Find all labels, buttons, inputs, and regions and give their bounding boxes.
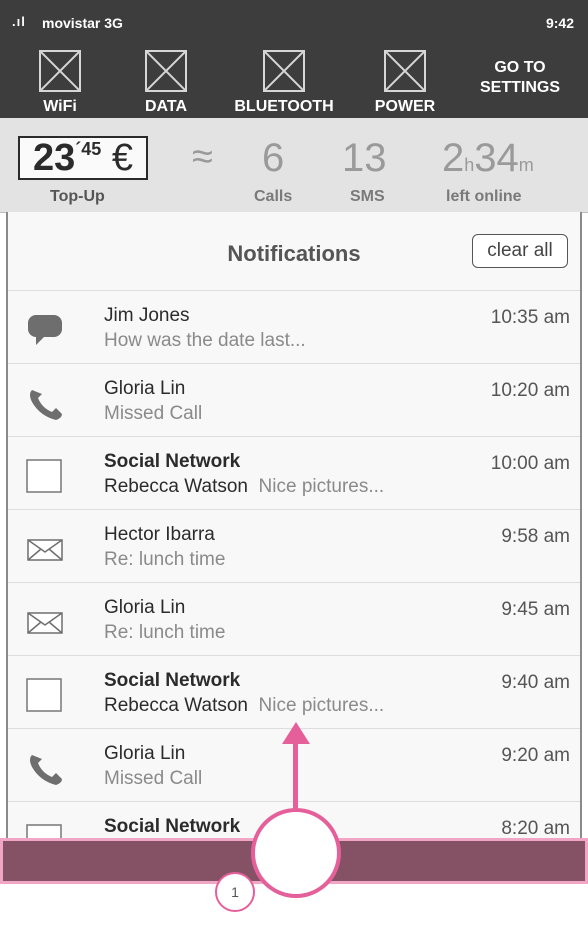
notification-subtitle: Re: lunch time bbox=[104, 622, 226, 643]
notification-subtitle: Missed Call bbox=[104, 768, 203, 789]
notification-time: 8:20 am bbox=[501, 818, 570, 839]
notification-time: 9:20 am bbox=[501, 745, 570, 766]
data-label: DATA bbox=[144, 98, 188, 115]
notification-title: Social Network bbox=[104, 451, 241, 472]
wifi-toggle[interactable]: WiFi bbox=[38, 50, 82, 116]
quick-toggles: WiFi DATA BLUETOOTH POWER GO TO SETTINGS bbox=[0, 44, 588, 118]
power-toggle[interactable]: POWER bbox=[370, 50, 440, 116]
signal-icon: .ıl bbox=[12, 14, 26, 29]
minutes-value: 34 bbox=[474, 136, 519, 180]
notification-subtitle: Re: lunch time bbox=[104, 549, 226, 570]
phone-icon bbox=[26, 384, 64, 422]
settings-line-2: SETTINGS bbox=[479, 79, 560, 96]
bluetooth-toggle[interactable]: BLUETOOTH bbox=[228, 50, 340, 116]
arrow-head-icon bbox=[282, 722, 310, 744]
calls-count: 6 bbox=[262, 136, 285, 180]
notification-item[interactable]: Hector Ibarra Re: lunch time 9:58 am bbox=[8, 509, 580, 582]
notification-item[interactable]: Gloria Lin Missed Call 10:20 am bbox=[8, 363, 580, 436]
time-left: 2h34m bbox=[442, 136, 534, 181]
notification-sender: Rebecca Watson bbox=[104, 695, 248, 716]
notification-title: Gloria Lin bbox=[104, 378, 186, 399]
notification-subtitle: Rebecca Watson Nice pictures... bbox=[104, 695, 384, 717]
data-icon bbox=[145, 50, 187, 92]
notification-title: Gloria Lin bbox=[104, 743, 186, 764]
credit-integer: 23 bbox=[33, 137, 76, 179]
notification-title: Gloria Lin bbox=[104, 597, 186, 618]
notification-time: 9:40 am bbox=[501, 672, 570, 693]
power-label: POWER bbox=[374, 98, 436, 115]
notification-subtitle: Missed Call bbox=[104, 403, 203, 424]
chat-bubble-icon bbox=[26, 311, 64, 349]
carrier-label: movistar 3G bbox=[42, 15, 123, 31]
touch-point bbox=[251, 808, 341, 898]
notification-title: Hector Ibarra bbox=[104, 524, 215, 545]
online-label: left online bbox=[446, 188, 522, 205]
notification-title: Social Network bbox=[104, 816, 241, 837]
notification-time: 9:58 am bbox=[501, 526, 570, 547]
sms-label: SMS bbox=[350, 188, 385, 205]
notification-item[interactable]: Social Network Rebecca Watson Nice pictu… bbox=[8, 436, 580, 509]
calls-label: Calls bbox=[254, 188, 293, 205]
sms-count: 13 bbox=[342, 136, 387, 180]
wifi-label: WiFi bbox=[43, 98, 77, 115]
notification-time: 10:00 am bbox=[490, 453, 570, 474]
notification-time: 10:35 am bbox=[490, 307, 570, 328]
approx-icon: ≈ bbox=[192, 136, 213, 178]
notification-subtitle: Rebecca Watson Nice pictures... bbox=[104, 476, 384, 498]
hours-unit: h bbox=[464, 155, 475, 175]
notification-item[interactable]: Social Network Rebecca Watson Nice pictu… bbox=[8, 655, 580, 728]
notification-message: Nice pictures... bbox=[258, 476, 385, 497]
envelope-icon bbox=[26, 530, 64, 568]
minutes-unit: m bbox=[518, 155, 534, 175]
app-placeholder-icon bbox=[26, 676, 64, 714]
status-bar: .ıl movistar 3G 9:42 bbox=[0, 0, 588, 44]
envelope-icon bbox=[26, 603, 64, 641]
go-to-settings-button[interactable]: GO TO SETTINGS bbox=[460, 58, 580, 98]
notification-sender: Rebecca Watson bbox=[104, 476, 248, 497]
notification-title: Jim Jones bbox=[104, 305, 190, 326]
app-placeholder-icon bbox=[26, 457, 64, 495]
step-marker: 1 bbox=[215, 872, 255, 912]
notification-item[interactable]: Gloria Lin Re: lunch time 9:45 am bbox=[8, 582, 580, 655]
topup-label[interactable]: Top-Up bbox=[50, 188, 105, 206]
settings-line-1: GO TO bbox=[494, 59, 546, 76]
wifi-icon bbox=[39, 50, 81, 92]
credit-balance-button[interactable]: 23´45 € bbox=[18, 136, 148, 180]
bluetooth-label: BLUETOOTH bbox=[234, 98, 334, 115]
credit-decimals: ´45 bbox=[75, 139, 102, 159]
clock: 9:42 bbox=[545, 15, 574, 31]
clear-all-button[interactable]: clear all bbox=[472, 234, 568, 268]
notification-message: Nice pictures... bbox=[258, 695, 385, 716]
hours-value: 2 bbox=[442, 136, 465, 180]
bluetooth-icon bbox=[263, 50, 305, 92]
currency-symbol: € bbox=[111, 137, 133, 179]
phone-icon bbox=[26, 749, 64, 787]
usage-summary: 23´45 € ≈ 6 13 2h34m Top-Up Calls SMS le… bbox=[0, 118, 588, 213]
notification-subtitle: How was the date last... bbox=[104, 330, 306, 351]
notification-item[interactable]: Jim Jones How was the date last... 10:35… bbox=[8, 290, 580, 363]
notification-time: 10:20 am bbox=[490, 380, 570, 401]
notification-time: 9:45 am bbox=[501, 599, 570, 620]
notification-title: Social Network bbox=[104, 670, 241, 691]
data-toggle[interactable]: DATA bbox=[138, 50, 194, 116]
power-icon bbox=[384, 50, 426, 92]
